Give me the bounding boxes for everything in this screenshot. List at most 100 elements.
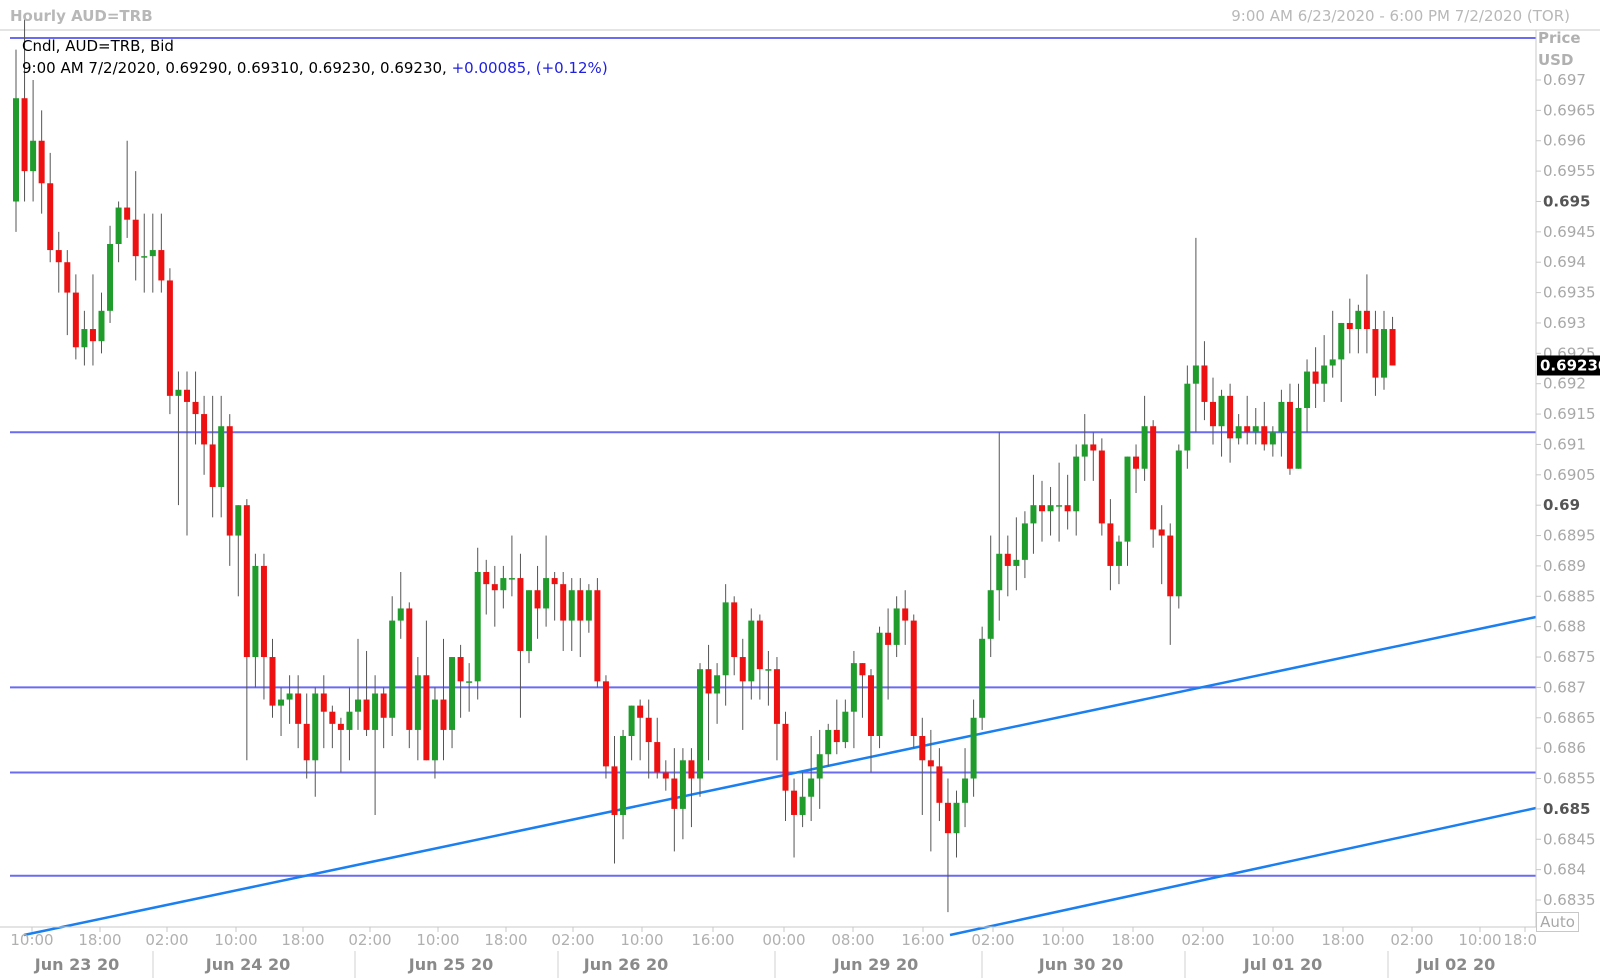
candle-body-down — [55, 250, 62, 263]
series-legend: Cndl, AUD=TRB, Bid — [22, 37, 174, 55]
candle-body-down — [1004, 553, 1011, 566]
candle-body-up — [722, 602, 729, 676]
candle-body-down — [406, 608, 413, 730]
candle-body-up — [81, 329, 88, 348]
candle-body-up — [1278, 401, 1285, 433]
candle-body-up — [987, 590, 994, 639]
candle-body-up — [218, 426, 225, 487]
candle-body-down — [654, 742, 661, 773]
candle-body-down — [919, 736, 926, 761]
candle-body-up — [585, 590, 592, 621]
ohlc-readout: 9:00 AM 7/2/2020, 0.69290, 0.69310, 0.69… — [22, 59, 608, 77]
candle-body-up — [996, 553, 1003, 591]
y-tick-label: 0.687 — [1543, 678, 1586, 696]
candle-body-down — [517, 578, 524, 651]
candle-body-up — [312, 693, 319, 761]
date-label: Jul 01 20 — [1243, 955, 1323, 974]
candle-body-up — [235, 505, 242, 536]
axis-corner — [1536, 927, 1600, 978]
candle-body-up — [149, 250, 156, 257]
candle-body-up — [620, 736, 627, 815]
y-tick-label: 0.694 — [1543, 253, 1586, 271]
y-tick-label: 0.6935 — [1543, 284, 1596, 302]
candle-body-down — [944, 802, 951, 834]
candle-body-up — [876, 632, 883, 736]
candle-body-down — [534, 590, 541, 609]
candle-body-up — [1081, 444, 1088, 457]
candle-body-down — [269, 657, 276, 706]
candle-body-up — [508, 578, 515, 580]
candle-body-down — [637, 705, 644, 718]
candle-body-up — [414, 675, 421, 730]
candle-body-up — [449, 657, 456, 730]
x-tick-label: 02:00 — [1390, 931, 1433, 949]
x-tick-label: 18:00 — [1111, 931, 1154, 949]
candle-body-down — [705, 669, 712, 694]
y-tick-label: 0.6885 — [1543, 587, 1596, 605]
candle-body-up — [1175, 450, 1182, 597]
candle[interactable] — [594, 578, 601, 688]
candle-body-up — [1073, 456, 1080, 512]
candle-body-down — [440, 699, 447, 730]
chart-canvas[interactable]: 0.6835 0.684 0.6845 0.685 0.6855 0.686 0.6865 0… — [0, 0, 1600, 978]
candle-body-up — [765, 669, 772, 671]
candle-body-up — [1021, 523, 1028, 560]
candle-body-down — [1286, 401, 1293, 469]
candle-body-down — [1167, 535, 1174, 597]
candle-body-down — [611, 766, 618, 815]
candle[interactable] — [697, 663, 703, 797]
candle-body-up — [962, 778, 969, 803]
candle[interactable] — [979, 626, 986, 730]
candle-body-down — [124, 207, 131, 220]
candle-body-down — [1133, 456, 1140, 469]
candle-body-down — [671, 778, 678, 809]
candle[interactable] — [602, 675, 609, 779]
candle[interactable] — [1150, 420, 1157, 548]
candle[interactable] — [1098, 438, 1105, 536]
candle-body-up — [543, 578, 550, 609]
candle[interactable] — [876, 626, 883, 749]
candle-body-down — [602, 681, 609, 767]
candle-body-down — [457, 657, 464, 682]
candle-body-down — [260, 565, 267, 658]
x-tick-label: 10:00 — [1251, 931, 1294, 949]
candle-body-up — [714, 675, 721, 694]
candle-body-up — [1192, 365, 1199, 384]
auto-scale-button[interactable]: Auto — [1536, 912, 1579, 932]
candle-body-up — [1295, 408, 1302, 469]
candle-body-up — [1321, 365, 1328, 384]
candle-body-down — [773, 669, 780, 724]
candle-body-up — [526, 590, 532, 651]
candle-body-down — [1346, 322, 1353, 330]
candle[interactable] — [910, 614, 917, 749]
x-tick-label: 02:00 — [145, 931, 188, 949]
candle-body-up — [808, 778, 815, 797]
candle[interactable] — [166, 268, 173, 415]
candle-body-up — [1218, 395, 1225, 427]
candle-body-down — [47, 183, 54, 251]
candle-body-up — [628, 705, 635, 736]
x-tick-label: 18:00 — [1321, 931, 1364, 949]
candle-body-up — [500, 578, 507, 591]
y-tick-label: 0.6955 — [1543, 162, 1596, 180]
candle-body-up — [697, 669, 703, 779]
candle-body-up — [252, 565, 259, 658]
candle-body-up — [107, 244, 114, 311]
y-tick-label: 0.686 — [1543, 739, 1586, 757]
candle-body-down — [936, 766, 943, 803]
candle-body-down — [1098, 450, 1105, 524]
candle-body-down — [192, 401, 199, 415]
candle-body-down — [337, 723, 344, 730]
candle-body-down — [380, 693, 387, 718]
candle-body-down — [1227, 395, 1234, 439]
candle-body-down — [910, 620, 917, 736]
candle-body-up — [679, 760, 686, 809]
candle[interactable] — [1175, 444, 1182, 609]
change-value: +0.00085, (+0.12%) — [451, 59, 608, 77]
y-tick-label: 0.6895 — [1543, 527, 1596, 545]
candle-body-down — [782, 723, 789, 791]
y-tick-label: 0.692 — [1543, 375, 1586, 393]
candle[interactable] — [406, 602, 413, 749]
candle-body-down — [868, 675, 874, 736]
candle-body-up — [1338, 322, 1345, 360]
